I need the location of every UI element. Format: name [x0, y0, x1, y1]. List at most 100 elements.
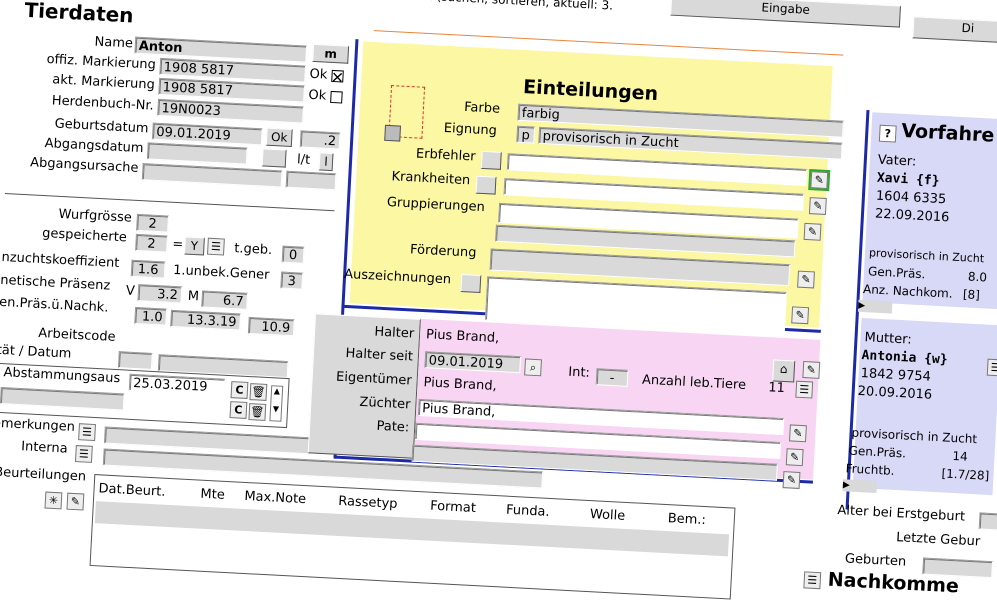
erstgeburt-field[interactable]: [978, 512, 997, 531]
akt-label: akt. Markierung: [51, 72, 156, 93]
list-icon[interactable]: ☰: [795, 380, 814, 399]
nachk1-field[interactable]: 1.0: [134, 306, 168, 326]
trash-icon[interactable]: 🗑: [248, 403, 267, 421]
edit-icon[interactable]: ✎: [802, 361, 821, 379]
taet-field[interactable]: [117, 351, 153, 370]
vater-gen-label: Gen.Präs.: [867, 264, 926, 282]
eignung-code-field[interactable]: p: [516, 125, 536, 144]
edit-icon[interactable]: ✎: [808, 197, 827, 215]
top-hint: Tierdaten (suchen, sortieren, aktuell: 3…: [376, 0, 614, 13]
int-label: Int:: [567, 364, 591, 381]
tgeb-field[interactable]: 0: [281, 245, 305, 264]
list-icon[interactable]: ☰: [206, 237, 225, 256]
name-label: Name: [94, 34, 134, 52]
vater-name[interactable]: Xavi {f}: [877, 171, 940, 189]
ok1-checkbox[interactable]: [331, 69, 344, 83]
c-icon[interactable]: C: [230, 381, 249, 399]
nachk3-field[interactable]: 10.9: [247, 316, 295, 337]
inzucht-label: nzuchtskoeffizient: [1, 249, 120, 272]
col-header: Mte: [200, 486, 226, 503]
photo-button[interactable]: [384, 124, 402, 142]
herdenbuch-label: Herdenbuch-Nr.: [51, 93, 155, 114]
ok2-label: Ok: [308, 87, 327, 104]
ok2-checkbox[interactable]: [330, 90, 343, 104]
y-button[interactable]: Y: [183, 236, 205, 256]
interna-label: Interna: [20, 439, 69, 457]
geburt-extra-field[interactable]: .2: [299, 130, 341, 150]
v-field[interactable]: 3.2: [137, 284, 183, 304]
edit-icon[interactable]: ✎: [797, 270, 815, 289]
tierdaten-title: Tierdaten: [23, 0, 135, 28]
beurteilungen-label: Beurteilungen: [0, 464, 87, 485]
erbfehler-button[interactable]: [480, 150, 502, 170]
c-icon[interactable]: C: [229, 401, 248, 419]
nachk-label: en.Präs.ü.Nachk.: [0, 294, 109, 316]
col-header: Wolle: [589, 507, 626, 524]
col-header: Dat.Beurt.: [98, 481, 166, 500]
beurteilungen-table: Dat.Beurt. Mte Max.Note Rassetyp Format …: [89, 474, 736, 600]
unbek-label: 1.unbek.Gener: [172, 262, 270, 283]
int-field[interactable]: -: [595, 368, 629, 387]
vater-label: Vater:: [877, 152, 917, 170]
bemerkungen-label: emerkungen: [0, 415, 76, 435]
eq-label: =: [172, 236, 184, 253]
list-icon[interactable]: ☰: [78, 423, 96, 442]
edit-icon[interactable]: ✎: [808, 169, 831, 192]
praesenz-label: netische Präsenz: [0, 272, 111, 294]
vater-play-button[interactable]: ▶: [857, 299, 893, 314]
mutter-play-button[interactable]: ▶: [842, 479, 878, 494]
ok1-label: Ok: [309, 66, 328, 83]
tgeb-label: t.geb.: [233, 241, 273, 259]
geburt-label: Geburtsdatum: [54, 116, 149, 137]
geburt-field[interactable]: 09.01.2019: [151, 122, 263, 146]
arbeitscode-label: Arbeitscode: [37, 325, 116, 345]
unbek-field[interactable]: 3: [280, 271, 304, 290]
m-field[interactable]: 6.7: [201, 290, 249, 310]
abgang-button[interactable]: [261, 148, 287, 168]
vater-anz-value: [8]: [962, 287, 981, 303]
l-button[interactable]: l: [318, 152, 334, 172]
erstgeburt-label: Alter bei Erstgeburt: [837, 503, 966, 525]
list-icon[interactable]: ☰: [986, 358, 997, 377]
abgangsursache-extra-field[interactable]: [285, 170, 337, 191]
edit-icon[interactable]: ✎: [791, 306, 810, 325]
mutter-frucht-value: [1.7/28]: [941, 466, 990, 483]
table-row[interactable]: [94, 501, 730, 557]
mutter-gen-value: 14: [952, 448, 969, 464]
auszeichnungen-button[interactable]: [460, 273, 482, 294]
col-header: Bem.:: [667, 511, 707, 529]
m-label: M: [187, 288, 200, 305]
akt-field[interactable]: 1908 5817: [158, 77, 305, 103]
new-icon[interactable]: ✳: [44, 491, 63, 510]
taet-label: tät / Datum: [0, 342, 72, 362]
nachk2-field[interactable]: 13.3.19: [170, 309, 241, 331]
list-icon[interactable]: ☰: [74, 445, 93, 463]
inzucht-field[interactable]: 1.6: [130, 259, 166, 279]
col-header: Max.Note: [244, 488, 307, 508]
scrollbar[interactable]: ▲ ▼: [269, 385, 284, 422]
eingabe-tab[interactable]: Eingabe: [670, 0, 901, 28]
edit-icon[interactable]: ✎: [785, 448, 804, 467]
herdenbuch-field[interactable]: 19N0023: [157, 98, 304, 124]
search-icon[interactable]: ⌕: [524, 358, 542, 377]
edit-icon[interactable]: ✎: [803, 222, 822, 241]
krankheiten-button[interactable]: [475, 175, 497, 195]
di-tab[interactable]: Di: [912, 16, 997, 45]
abgang-field[interactable]: [146, 142, 248, 165]
edit-icon[interactable]: ✎: [782, 471, 801, 489]
abgangsursache-field[interactable]: [141, 163, 283, 188]
col-header: Funda.: [505, 502, 550, 520]
edit-icon[interactable]: ✎: [66, 492, 85, 511]
help-icon[interactable]: ?: [878, 124, 897, 143]
trash-icon[interactable]: 🗑: [249, 383, 268, 401]
lt-label: l/t: [296, 152, 311, 168]
form-canvas: Tierdaten (suchen, sortieren, aktuell: 3…: [0, 0, 997, 607]
wurfgroesse-field[interactable]: 2: [136, 213, 169, 233]
photo-icon[interactable]: ⌂: [772, 359, 796, 383]
geburt-ok-button[interactable]: Ok: [265, 127, 293, 147]
list-icon[interactable]: ☰: [803, 571, 822, 590]
col-header: Format: [429, 498, 477, 517]
edit-icon[interactable]: ✎: [789, 424, 807, 443]
gespeichert-field[interactable]: 2: [135, 233, 168, 253]
sex-button[interactable]: m: [312, 43, 350, 64]
